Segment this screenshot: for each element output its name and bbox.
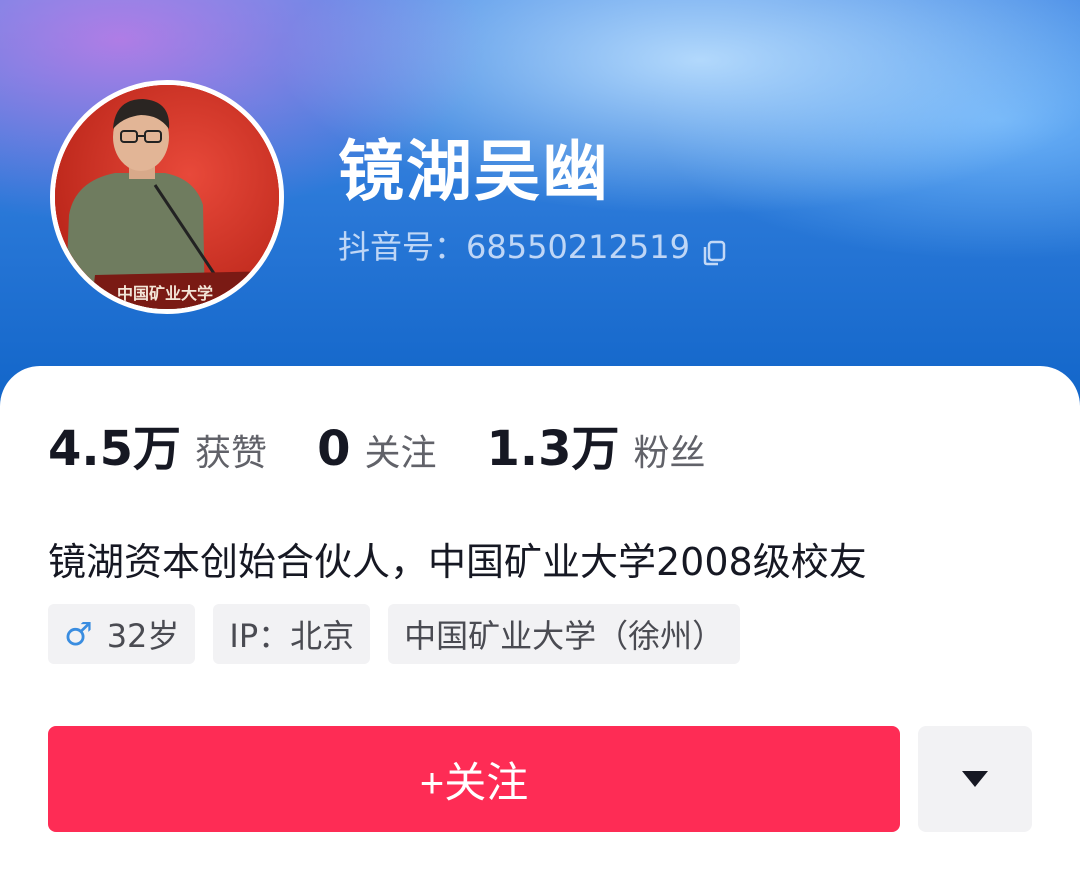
likes-count: 4.5万: [48, 421, 182, 477]
following-count: 0: [317, 421, 351, 477]
podium-text: 中国矿业大学: [117, 284, 213, 303]
tag-school[interactable]: 中国矿业大学（徐州）: [388, 604, 741, 664]
profile-name: 镜湖吴幽: [338, 133, 610, 210]
followers-label: 粉丝: [633, 433, 706, 474]
profile-bio: 镜湖资本创始合伙人，中国矿业大学2008级校友: [48, 540, 867, 584]
likes-label: 获赞: [195, 433, 268, 474]
stat-followers[interactable]: 1.3万 粉丝: [486, 414, 705, 489]
school-text: 中国矿业大学（徐州）: [404, 617, 725, 655]
copy-icon[interactable]: [700, 233, 728, 266]
tag-age: ♂ 32岁: [48, 604, 196, 664]
stats-row: 4.5万 获赞 0 关注 1.3万 粉丝: [48, 414, 756, 489]
age-text: 32岁: [106, 617, 180, 655]
avatar-photo: 中国矿业大学: [55, 85, 279, 309]
douyin-id-text: 抖音号：68550212519: [338, 228, 690, 266]
avatar[interactable]: 中国矿业大学: [50, 80, 284, 314]
ip-text: IP：北京: [229, 617, 355, 655]
male-icon: ♂: [64, 615, 93, 653]
caret-down-icon: [962, 771, 988, 787]
follow-button[interactable]: +关注: [48, 726, 900, 832]
more-options-button[interactable]: [918, 726, 1032, 832]
following-label: 关注: [364, 433, 437, 474]
stat-likes[interactable]: 4.5万 获赞: [48, 414, 267, 489]
profile-tags: ♂ 32岁 IP：北京 中国矿业大学（徐州）: [48, 604, 741, 664]
tag-ip: IP：北京: [213, 604, 371, 664]
followers-count: 1.3万: [486, 421, 620, 477]
douyin-id-row[interactable]: 抖音号：68550212519: [338, 224, 728, 270]
stat-following[interactable]: 0 关注: [317, 414, 436, 489]
